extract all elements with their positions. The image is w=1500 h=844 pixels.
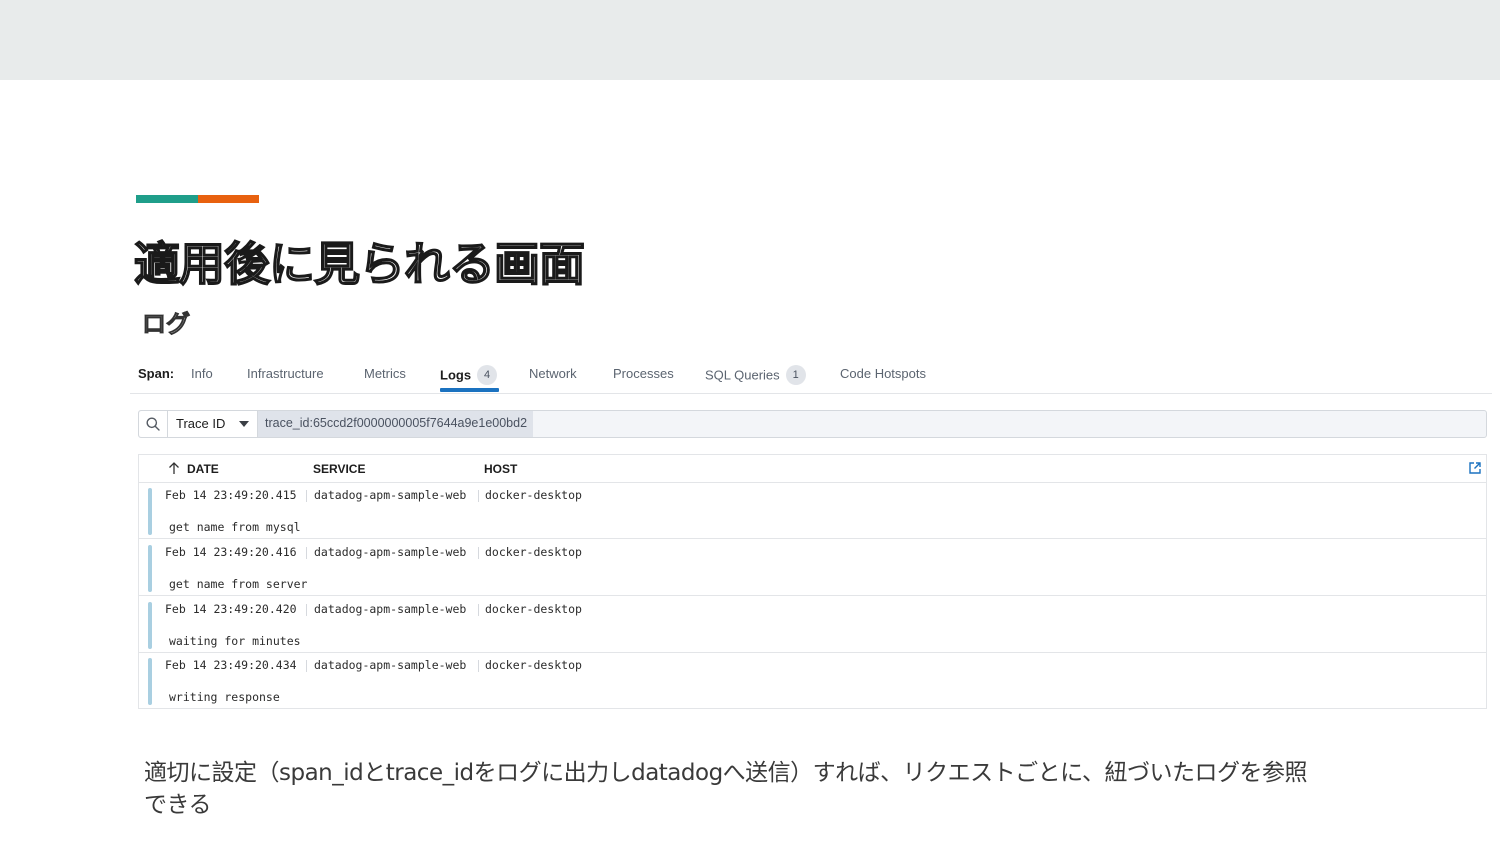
log-row[interactable]: Feb 14 23:49:20.415 datadog-apm-sample-w… [139, 483, 1486, 539]
tab-info[interactable]: Info [191, 366, 213, 381]
log-host: docker-desktop [485, 658, 582, 672]
log-service: datadog-apm-sample-web [314, 545, 467, 559]
search-icon [146, 417, 160, 431]
accent-teal-segment [136, 195, 198, 203]
column-separator [478, 660, 479, 672]
column-separator [478, 604, 479, 616]
title-accent-bar [136, 195, 259, 203]
span-tabs: Span: Info Infrastructure Metrics Logs 4 … [130, 360, 1492, 394]
tab-label: Processes [613, 366, 674, 381]
log-host: docker-desktop [485, 545, 582, 559]
facet-select[interactable]: Trace ID [168, 411, 258, 437]
column-separator [478, 490, 479, 502]
log-service: datadog-apm-sample-web [314, 658, 467, 672]
tab-label: Logs [440, 367, 472, 383]
log-search-bar[interactable]: Trace ID trace_id:65ccd2f0000000005f7644… [138, 410, 1487, 438]
slide-caption: 適切に設定（span_idとtrace_idをログに出力しdatadogへ送信）… [144, 760, 1308, 818]
active-tab-indicator [440, 388, 499, 392]
log-status-bar [148, 545, 152, 592]
tab-network[interactable]: Network [529, 366, 577, 381]
log-date: Feb 14 23:49:20.434 [165, 658, 297, 672]
tab-label: Code Hotspots [840, 366, 926, 381]
facet-select-value: Trace ID [176, 416, 226, 431]
search-button[interactable] [139, 411, 168, 437]
tab-infrastructure[interactable]: Infrastructure [247, 366, 324, 381]
column-separator [306, 660, 307, 672]
log-row[interactable]: Feb 14 23:49:20.434 datadog-apm-sample-w… [139, 653, 1486, 709]
log-row[interactable]: Feb 14 23:49:20.416 datadog-apm-sample-w… [139, 540, 1486, 596]
log-date: Feb 14 23:49:20.420 [165, 602, 297, 616]
log-message: waiting for minutes [169, 634, 301, 648]
log-status-bar [148, 658, 152, 705]
slide-subtitle: ログ [142, 310, 191, 339]
log-message: writing response [169, 690, 280, 704]
log-status-bar [148, 602, 152, 649]
log-date: Feb 14 23:49:20.415 [165, 488, 297, 502]
tab-logs[interactable]: Logs 4 [440, 365, 498, 386]
tab-metrics[interactable]: Metrics [364, 366, 406, 381]
span-label: Span: [138, 366, 175, 381]
column-separator [306, 490, 307, 502]
log-date: Feb 14 23:49:20.416 [165, 545, 297, 559]
column-header-host[interactable]: HOST [484, 462, 517, 476]
tab-label: SQL Queries [705, 367, 780, 383]
log-table: DATE SERVICE HOST Feb 14 23:49:20.415 da… [138, 454, 1487, 709]
log-service: datadog-apm-sample-web [314, 602, 467, 616]
query-token[interactable]: trace_id:65ccd2f0000000005f7644a9e1e00bd… [258, 411, 534, 437]
tab-sql-queries[interactable]: SQL Queries 1 [705, 365, 806, 386]
open-in-new-icon[interactable] [1468, 461, 1482, 475]
tab-label: Infrastructure [247, 366, 324, 381]
tab-processes[interactable]: Processes [613, 366, 674, 381]
column-separator [478, 547, 479, 559]
column-header-date[interactable]: DATE [187, 462, 219, 476]
tab-label: Network [529, 366, 577, 381]
log-host: docker-desktop [485, 488, 582, 502]
caret-down-icon [239, 421, 249, 427]
column-separator [306, 547, 307, 559]
sql-count-badge: 1 [785, 365, 806, 385]
log-status-bar [148, 488, 152, 535]
log-table-header: DATE SERVICE HOST [139, 455, 1486, 483]
log-host: docker-desktop [485, 602, 582, 616]
log-message: get name from mysql [169, 520, 301, 534]
log-row[interactable]: Feb 14 23:49:20.420 datadog-apm-sample-w… [139, 597, 1486, 653]
tab-label: Metrics [364, 366, 406, 381]
sort-ascending-icon[interactable] [168, 461, 180, 475]
tab-code-hotspots[interactable]: Code Hotspots [840, 366, 926, 381]
log-message: get name from server [169, 577, 308, 591]
slide-title: 適用後に見られる画面 [133, 236, 586, 292]
log-service: datadog-apm-sample-web [314, 488, 467, 502]
logs-count-badge: 4 [477, 365, 498, 385]
accent-orange-segment [198, 195, 259, 203]
column-header-service[interactable]: SERVICE [313, 462, 365, 476]
tab-label: Info [191, 366, 213, 381]
slide-top-band [0, 0, 1500, 80]
column-separator [306, 604, 307, 616]
